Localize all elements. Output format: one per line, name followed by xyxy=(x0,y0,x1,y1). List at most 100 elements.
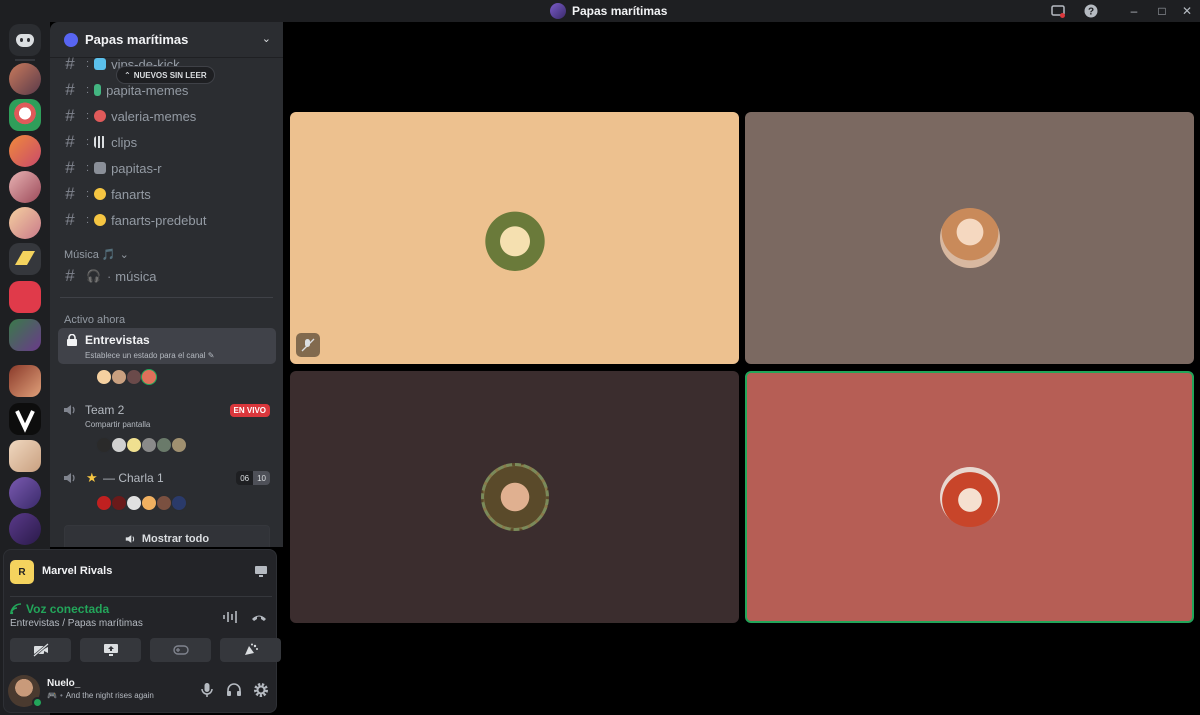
channel-separator: : xyxy=(86,58,90,70)
avatar[interactable] xyxy=(111,437,127,453)
server-icon[interactable] xyxy=(9,403,41,435)
rail-divider xyxy=(15,59,35,61)
channel-separator: : xyxy=(86,162,90,174)
voice-channel-team2[interactable]: Team 2 EN VIVO Compartir pantalla xyxy=(58,402,276,430)
server-icon[interactable] xyxy=(9,207,41,239)
window-title: Papas marítimas xyxy=(550,2,667,20)
gamepad-icon[interactable] xyxy=(150,638,211,662)
disconnect-icon[interactable] xyxy=(250,610,268,624)
hash-icon: # xyxy=(65,184,75,203)
server-icon[interactable] xyxy=(9,477,41,509)
voice-participants xyxy=(96,369,157,385)
channel-item[interactable]: #: fanarts xyxy=(58,182,276,206)
custom-status: 🎮 • And the night rises again xyxy=(47,691,154,700)
voice-user-panel: R Marvel Rivals Voz conectada Entrevista… xyxy=(3,549,281,713)
server-icon[interactable] xyxy=(9,171,41,203)
maximize-button[interactable]: □ xyxy=(1153,2,1171,20)
server-icon[interactable] xyxy=(9,513,41,545)
active-now-heading: Activo ahora xyxy=(64,314,126,326)
video-tile[interactable] xyxy=(745,371,1194,623)
avatar[interactable] xyxy=(126,437,142,453)
camera-off-icon[interactable] xyxy=(10,638,71,662)
title-bar: Papas marítimas ? – □ ✕ xyxy=(0,0,1200,22)
channel-emoji-icon xyxy=(94,188,107,200)
avatar[interactable] xyxy=(96,369,112,385)
voice-channel-name: Entrevistas xyxy=(85,333,150,347)
avatar[interactable] xyxy=(126,495,142,511)
category-music[interactable]: Música 🎵 ⌄ xyxy=(64,248,129,261)
close-button[interactable]: ✕ xyxy=(1178,2,1196,20)
server-icon[interactable] xyxy=(9,243,41,275)
clapper-icon xyxy=(94,136,107,148)
user-limit-counter: 06 10 xyxy=(236,471,270,485)
avatar[interactable] xyxy=(111,369,127,385)
channel-item[interactable]: #: clips xyxy=(58,130,276,154)
channel-sidebar: Papas marítimas ⌄ #: vips-de-kick ⌃ NUEV… xyxy=(50,22,283,547)
channel-separator: : xyxy=(86,214,90,226)
channel-separator: : xyxy=(86,188,90,200)
hash-icon: # xyxy=(65,106,75,125)
voice-channel-name: — Charla 1 xyxy=(103,471,164,485)
channel-item-music[interactable]: # 🎧 · música xyxy=(58,264,276,288)
noise-suppression-icon[interactable] xyxy=(222,610,240,624)
avatar[interactable] xyxy=(126,369,142,385)
screen-share-icon[interactable] xyxy=(80,638,141,662)
inbox-icon[interactable] xyxy=(1049,2,1067,20)
channel-item[interactable]: #: valeria-memes xyxy=(58,104,276,128)
avatar[interactable] xyxy=(171,437,187,453)
channel-name: música xyxy=(115,268,157,284)
voice-channel-charla1[interactable]: ★ — Charla 1 06 10 xyxy=(58,470,276,490)
video-tile[interactable] xyxy=(290,112,739,364)
user-area: Nuelo_ 🎮 • And the night rises again xyxy=(6,674,274,710)
game-name: Marvel Rivals xyxy=(42,565,113,577)
server-icon[interactable] xyxy=(9,319,41,351)
video-tile[interactable] xyxy=(290,371,739,623)
channel-item[interactable]: #: papita-memes xyxy=(58,78,276,102)
server-icon[interactable] xyxy=(9,99,41,131)
speaker-icon xyxy=(64,405,75,415)
avatar[interactable] xyxy=(171,495,187,511)
server-icon[interactable] xyxy=(9,135,41,167)
server-icon[interactable] xyxy=(9,63,41,95)
voice-connected-status[interactable]: Voz conectada xyxy=(10,602,109,616)
screen-share-icon[interactable] xyxy=(254,564,268,578)
server-title-icon xyxy=(550,3,566,19)
voice-channel-path[interactable]: Entrevistas / Papas marítimas xyxy=(10,618,143,629)
video-tile[interactable] xyxy=(745,112,1194,364)
voice-participants xyxy=(96,437,187,453)
chevron-down-icon[interactable]: ⌄ xyxy=(262,32,271,45)
avatar[interactable] xyxy=(96,495,112,511)
username[interactable]: Nuelo_ xyxy=(47,678,80,689)
show-all-button[interactable]: Mostrar todo xyxy=(64,525,270,547)
avatar[interactable] xyxy=(111,495,127,511)
avatar[interactable] xyxy=(156,495,172,511)
server-icon[interactable] xyxy=(9,281,41,313)
hash-icon: # xyxy=(65,158,75,177)
user-count: 06 xyxy=(236,471,254,485)
status-separator: • xyxy=(59,691,63,700)
channel-item[interactable]: #: papitas-r xyxy=(58,156,276,180)
discord-icon[interactable] xyxy=(9,24,41,56)
avatar[interactable] xyxy=(141,437,157,453)
minimize-button[interactable]: – xyxy=(1125,2,1143,20)
avatar[interactable] xyxy=(96,437,112,453)
category-label: Música 🎵 xyxy=(64,249,116,261)
pencil-icon: ✎ xyxy=(207,351,215,360)
avatar[interactable] xyxy=(156,437,172,453)
help-icon[interactable]: ? xyxy=(1082,2,1100,20)
voice-status-text: Voz conectada xyxy=(26,602,110,616)
gear-icon[interactable] xyxy=(253,682,269,698)
server-icon[interactable] xyxy=(9,365,41,397)
avatar[interactable] xyxy=(141,495,157,511)
headphones-icon[interactable] xyxy=(226,682,242,698)
mic-icon[interactable] xyxy=(199,682,215,698)
voice-channel-entrevistas[interactable]: Entrevistas Establece un estado para el … xyxy=(58,328,276,364)
voice-action-buttons xyxy=(10,638,281,662)
chevron-down-icon: ⌄ xyxy=(119,249,129,261)
soundboard-icon[interactable] xyxy=(220,638,281,662)
voice-channel-status[interactable]: Establece un estado para el canal ✎ xyxy=(85,351,214,360)
avatar[interactable] xyxy=(141,369,157,385)
server-icon[interactable] xyxy=(9,440,41,472)
signal-icon xyxy=(10,603,22,615)
channel-item[interactable]: #: fanarts-predebut xyxy=(58,208,276,232)
